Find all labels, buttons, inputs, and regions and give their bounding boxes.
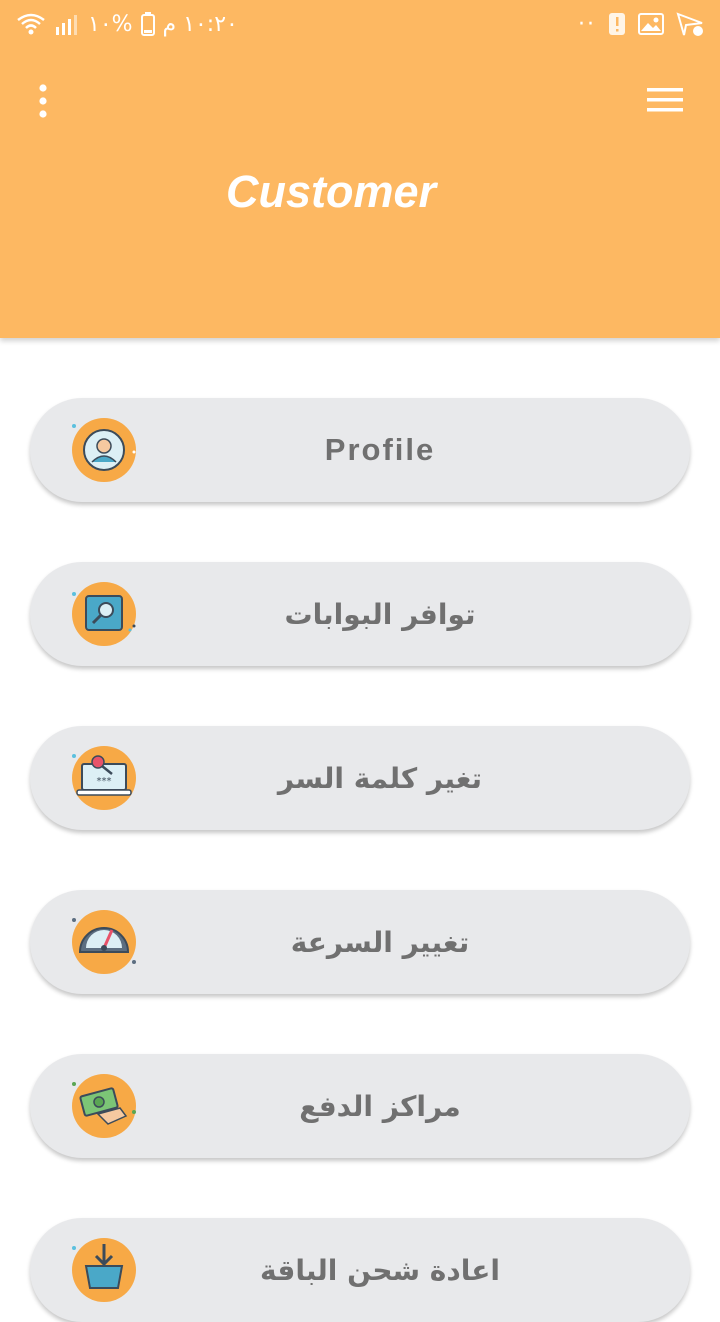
wifi-icon [16, 12, 46, 36]
menu-item-gateways[interactable]: توافر البوابات [30, 562, 690, 666]
send-icon [676, 11, 706, 37]
menu-item-label: تغيير السرعة [290, 925, 470, 959]
menu-item-label: اعادة شحن الباقة [260, 1253, 500, 1287]
signal-icon [54, 13, 80, 35]
menu-item-label: توافر البوابات [284, 597, 476, 631]
status-bar: ١٠:٢٠ م %١٠ ·· [0, 0, 720, 48]
password-laptop-icon: *** [68, 744, 140, 812]
speedometer-icon [68, 908, 140, 976]
menu-item-label: تغير كلمة السر [277, 761, 483, 795]
menu-item-payment-centers[interactable]: مراكز الدفع [30, 1054, 690, 1158]
menu-item-label: مراكز الدفع [299, 1089, 461, 1123]
status-right-group: ·· [578, 8, 706, 40]
status-left-group: ١٠:٢٠ م %١٠ [16, 8, 238, 40]
battery-icon [140, 12, 155, 36]
status-time: ١٠:٢٠ م [162, 11, 238, 37]
payment-hand-icon [68, 1072, 140, 1140]
hamburger-icon [647, 88, 683, 112]
search-screen-icon [68, 580, 140, 648]
overflow-menu-button[interactable] [26, 80, 60, 122]
more-vertical-icon [39, 84, 47, 118]
basket-download-icon [68, 1236, 140, 1304]
menu-item-profile[interactable]: Profile [30, 398, 690, 502]
svg-text:***: *** [97, 776, 112, 787]
hamburger-menu-button[interactable] [642, 82, 688, 118]
app-header: ١٠:٢٠ م %١٠ ·· Customer [0, 0, 720, 338]
menu-item-label: Profile [324, 432, 436, 467]
page-title: Customer [226, 166, 437, 217]
menu-item-recharge-package[interactable]: اعادة شحن الباقة [30, 1218, 690, 1322]
menu-item-change-speed[interactable]: تغيير السرعة [30, 890, 690, 994]
image-icon [638, 13, 664, 35]
alert-icon [608, 12, 626, 36]
profile-icon [68, 416, 140, 484]
notification-dots: ·· [578, 11, 596, 37]
battery-percent: %١٠ [88, 11, 133, 37]
menu-item-change-password[interactable]: *** تغير كلمة السر [30, 726, 690, 830]
